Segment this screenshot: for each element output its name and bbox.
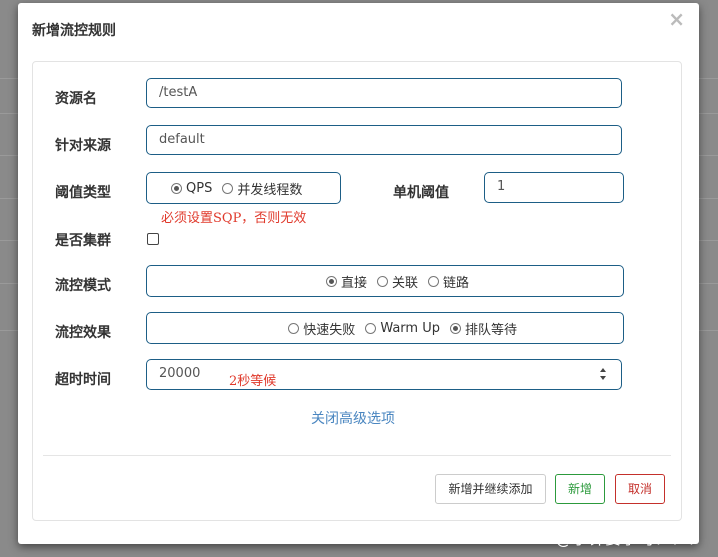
cluster-label: 是否集群 — [55, 233, 111, 249]
strategy-option-label: 关联 — [391, 275, 418, 291]
control-behavior-radio-group: 快速失败 Warm Up 排队等待 — [146, 312, 624, 344]
strategy-option-chain[interactable]: 链路 — [427, 272, 469, 291]
behavior-option-warm-up[interactable]: Warm Up — [365, 321, 440, 336]
close-advanced-link[interactable]: 关闭高级选项 — [311, 408, 395, 428]
behavior-option-label: 排队等待 — [464, 322, 517, 338]
timeout-value: 20000 — [159, 366, 201, 381]
behavior-option-fast-fail[interactable]: 快速失败 — [288, 319, 355, 338]
radio-unchecked-icon — [222, 182, 234, 194]
threshold-input[interactable]: 1 — [484, 172, 624, 203]
number-spinner-icon[interactable] — [599, 367, 607, 381]
limit-app-input[interactable]: default — [146, 125, 622, 155]
grade-option-threads[interactable]: 并发线程数 — [222, 179, 302, 198]
strategy-option-direct[interactable]: 直接 — [325, 272, 367, 291]
radio-unchecked-icon — [427, 275, 439, 287]
grade-option-label: 并发线程数 — [237, 182, 303, 198]
threshold-label: 单机阈值 — [393, 185, 449, 201]
strategy-label: 流控模式 — [55, 278, 111, 294]
strategy-radio-group: 直接 关联 链路 — [146, 265, 624, 297]
strategy-option-relate[interactable]: 关联 — [376, 272, 418, 291]
dialog-title: 新增流控规则 — [32, 23, 116, 39]
grade-label: 阈值类型 — [55, 185, 111, 201]
radio-unchecked-icon — [365, 322, 377, 334]
cluster-checkbox[interactable] — [147, 233, 159, 245]
timeout-annotation: 2秒等候 — [229, 374, 277, 389]
radio-unchecked-icon — [376, 275, 388, 287]
radio-checked-icon — [449, 322, 461, 334]
limit-app-label: 针对来源 — [55, 138, 111, 154]
divider — [43, 455, 671, 456]
timeout-label: 超时时间 — [55, 372, 111, 388]
form-panel: 资源名 /testA 针对来源 default 阈值类型 QPS 并发线程数 必… — [32, 61, 682, 521]
grade-option-qps[interactable]: QPS — [171, 181, 212, 196]
grade-option-label: QPS — [186, 180, 213, 196]
watermark: CSDN @小钟要学习！！！ — [502, 529, 704, 548]
resource-name-input[interactable]: /testA — [146, 78, 622, 108]
close-icon[interactable]: × — [668, 9, 685, 29]
grade-annotation: 必须设置SQP，否则无效 — [161, 211, 307, 226]
behavior-option-queue[interactable]: 排队等待 — [449, 319, 517, 338]
add-button[interactable]: 新增 — [555, 474, 605, 504]
strategy-option-label: 直接 — [340, 275, 367, 291]
resource-name-label: 资源名 — [55, 91, 97, 107]
control-behavior-label: 流控效果 — [55, 325, 111, 341]
cancel-button[interactable]: 取消 — [615, 474, 665, 504]
radio-unchecked-icon — [288, 322, 300, 334]
radio-checked-icon — [325, 275, 337, 287]
add-and-continue-button[interactable]: 新增并继续添加 — [435, 474, 546, 504]
flow-rule-dialog: 新增流控规则 × 资源名 /testA 针对来源 default 阈值类型 QP… — [18, 3, 699, 544]
behavior-option-label: 快速失败 — [303, 322, 356, 338]
grade-radio-group: QPS 并发线程数 — [146, 172, 341, 204]
behavior-option-label: Warm Up — [380, 320, 440, 336]
strategy-option-label: 链路 — [442, 275, 469, 291]
timeout-input[interactable]: 20000 — [146, 359, 622, 390]
radio-checked-icon — [171, 182, 182, 194]
